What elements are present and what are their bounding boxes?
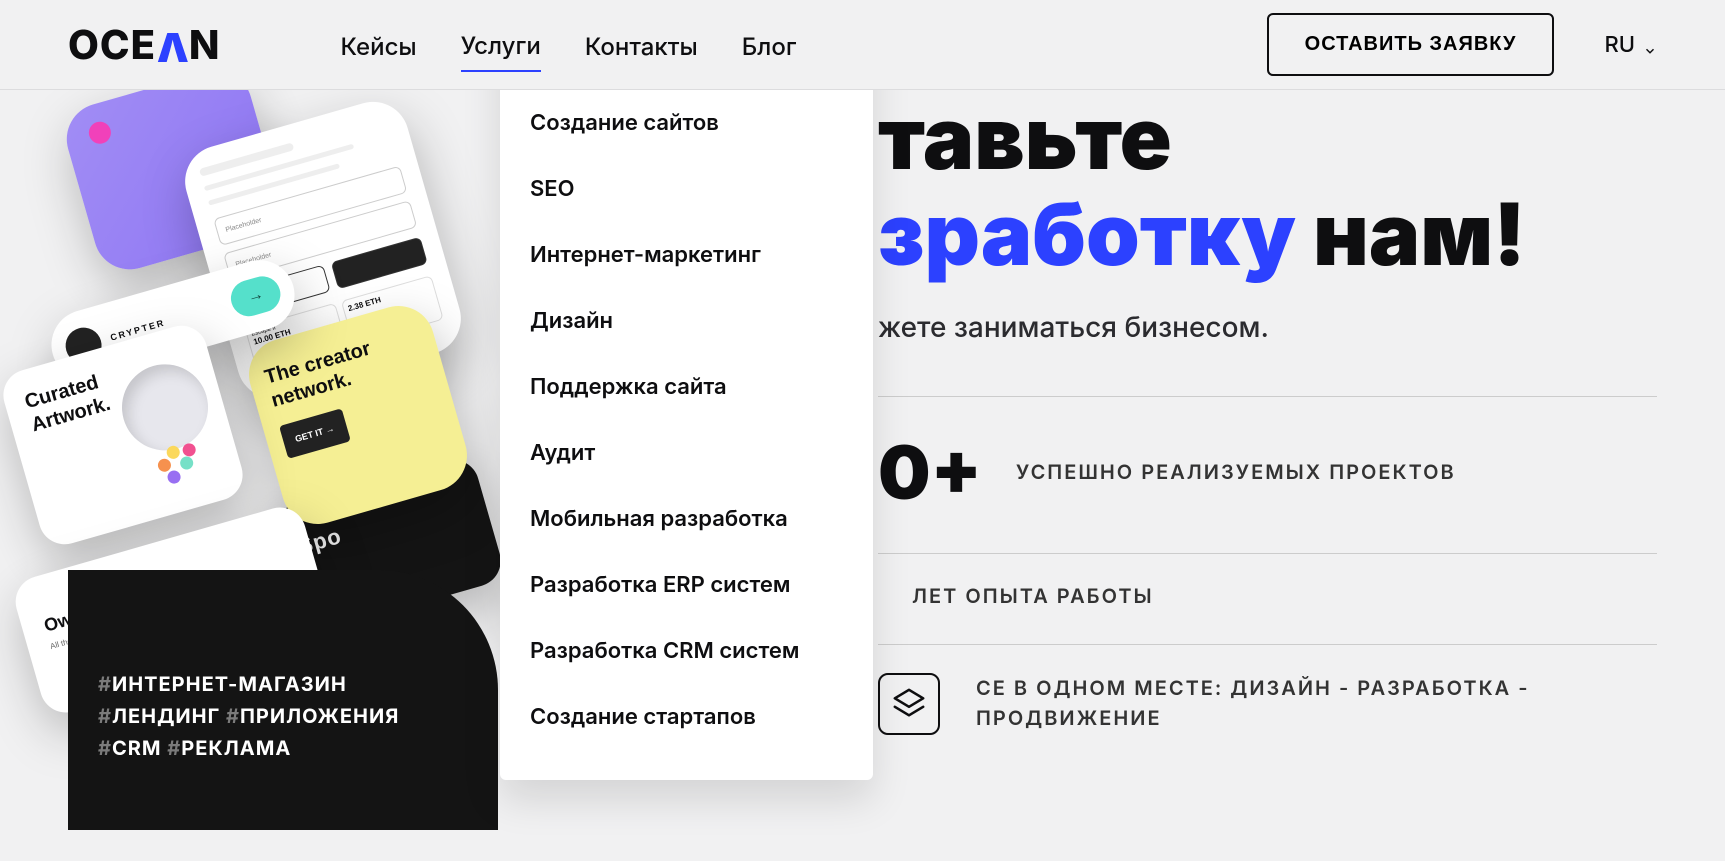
tag-ecom: ИНТЕРНЕТ-МАГАЗИН xyxy=(112,672,347,696)
tag-crm: CRM xyxy=(112,736,167,760)
stat-projects-num: 0+ xyxy=(878,427,982,517)
brand-pre: OCE xyxy=(68,20,156,69)
services-dropdown: Создание сайтов SEO Интернет-маркетинг Д… xyxy=(500,0,873,780)
stat-years: ЛЕТ ОПЫТА РАБОТЫ xyxy=(878,553,1657,618)
layers-icon xyxy=(878,673,940,735)
language-switch[interactable]: RU xyxy=(1604,32,1657,58)
hero-title-accent: зработку xyxy=(878,182,1296,286)
dd-item-marketing[interactable]: Интернет-маркетинг xyxy=(500,222,873,288)
brand-post: N xyxy=(189,20,221,69)
hero-content: тавьте зработку нам! жете заниматься биз… xyxy=(878,90,1657,790)
nav-item-contacts[interactable]: Контакты xyxy=(585,18,698,71)
language-label: RU xyxy=(1604,32,1635,58)
feature-row: СЕ В ОДНОМ МЕСТЕ: ДИЗАЙН - РАЗРАБОТКА - … xyxy=(878,644,1657,735)
feature-text: СЕ В ОДНОМ МЕСТЕ: ДИЗАЙН - РАЗРАБОТКА - … xyxy=(976,673,1657,733)
dd-item-audit[interactable]: Аудит xyxy=(500,420,873,486)
header-right: ОСТАВИТЬ ЗАЯВКУ RU xyxy=(1267,13,1657,76)
mockup-card-curated: Curated Artwork. xyxy=(0,320,249,551)
hero-title: тавьте зработку нам! xyxy=(878,90,1657,282)
stat-projects-label: УСПЕШНО РЕАЛИЗУЕМЫХ ПРОЕКТОВ xyxy=(1016,460,1456,484)
mockup-curated-text: Curated Artwork. xyxy=(22,371,113,436)
nav-item-services[interactable]: Услуги xyxy=(461,17,541,72)
tag-apps: ПРИЛОЖЕНИЯ xyxy=(240,704,399,728)
nav-item-blog[interactable]: Блог xyxy=(742,18,797,71)
hero-subtitle: жете заниматься бизнесом. xyxy=(878,310,1657,344)
primary-nav: Кейсы Услуги Контакты Блог xyxy=(340,17,796,72)
hero-mockups: Placeholder Placeholder Escape II10.00 E… xyxy=(68,90,398,790)
hero-title-a: тавьте xyxy=(878,86,1172,190)
stat-projects: 0+ УСПЕШНО РЕАЛИЗУЕМЫХ ПРОЕКТОВ xyxy=(878,396,1657,527)
chevron-down-icon xyxy=(1643,38,1657,52)
dd-item-design[interactable]: Дизайн xyxy=(500,288,873,354)
dd-item-sites[interactable]: Создание сайтов xyxy=(500,90,873,156)
nav-item-cases[interactable]: Кейсы xyxy=(340,18,416,71)
dd-item-mobile[interactable]: Мобильная разработка xyxy=(500,486,873,552)
dd-item-startups[interactable]: Создание стартапов xyxy=(500,684,873,750)
dd-item-support[interactable]: Поддержка сайта xyxy=(500,354,873,420)
stat-years-label: ЛЕТ ОПЫТА РАБОТЫ xyxy=(912,584,1154,608)
brand-logo[interactable]: OCEVN xyxy=(68,20,220,69)
dd-item-seo[interactable]: SEO xyxy=(500,156,873,222)
tag-ads: РЕКЛАМА xyxy=(181,736,291,760)
tag-landing: ЛЕНДИНГ xyxy=(112,704,226,728)
brand-letter-v: V xyxy=(156,23,189,72)
hero-title-c: нам! xyxy=(1296,182,1526,286)
dd-item-erp[interactable]: Разработка ERP систем xyxy=(500,552,873,618)
site-header: OCEVN Кейсы Услуги Контакты Блог ОСТАВИТ… xyxy=(0,0,1725,90)
dd-item-crm[interactable]: Разработка CRM систем xyxy=(500,618,873,684)
header-cta-button[interactable]: ОСТАВИТЬ ЗАЯВКУ xyxy=(1267,13,1555,76)
